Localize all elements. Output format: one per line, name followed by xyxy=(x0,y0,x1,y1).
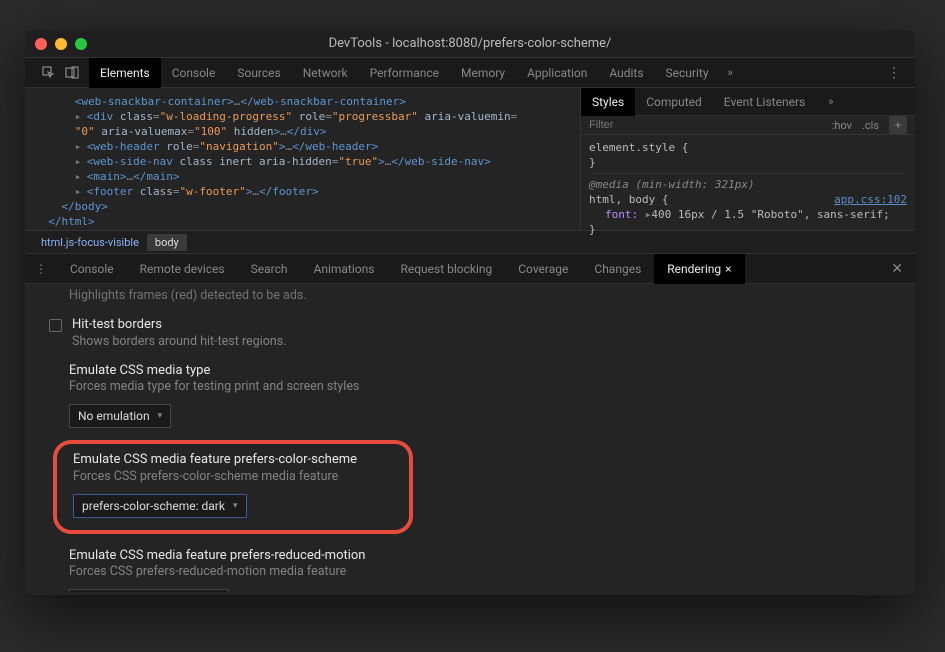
more-styles-tabs-icon[interactable]: » xyxy=(820,95,841,108)
media-rule: @media (min-width: 321px) xyxy=(589,177,907,192)
prefers-color-scheme-highlight: Emulate CSS media feature prefers-color-… xyxy=(53,440,413,534)
minimize-window-button[interactable] xyxy=(55,38,67,50)
styles-filter-row: :hov .cls + xyxy=(581,116,915,135)
media-type-desc: Forces media type for testing print and … xyxy=(69,379,901,394)
tab-console[interactable]: Console xyxy=(161,58,227,88)
tab-security[interactable]: Security xyxy=(655,58,720,88)
chevron-down-icon: ▾ xyxy=(158,411,163,421)
prm-setting: Emulate CSS media feature prefers-reduce… xyxy=(69,548,901,580)
drawer-tab-changes[interactable]: Changes xyxy=(581,254,654,284)
hov-toggle[interactable]: :hov xyxy=(832,119,852,132)
maximize-window-button[interactable] xyxy=(75,38,87,50)
inspect-element-icon[interactable] xyxy=(37,62,59,84)
styles-filter-input[interactable] xyxy=(589,119,709,131)
css-property[interactable]: font: ▸400 16px / 1.5 "Roboto", sans-ser… xyxy=(605,208,890,221)
rendering-drawer: Highlights frames (red) detected to be a… xyxy=(25,284,915,592)
dom-node[interactable]: <web-snackbar-container>…</web-snackbar-… xyxy=(35,94,570,109)
dom-node[interactable]: "0" aria-valuemax="100" hidden>…</div> xyxy=(35,124,570,139)
dom-node[interactable]: <web-header role="navigation">…</web-hea… xyxy=(35,139,570,154)
dom-node[interactable]: <footer class="w-footer">…</footer> xyxy=(35,184,570,199)
drawer-kebab-icon[interactable]: ⋮ xyxy=(25,262,57,276)
dom-node[interactable]: <main>…</main> xyxy=(35,169,570,184)
styles-tab-styles[interactable]: Styles xyxy=(581,88,635,116)
faded-previous-setting-desc: Highlights frames (red) detected to be a… xyxy=(69,288,901,303)
styles-tab-computed[interactable]: Computed xyxy=(635,88,713,116)
media-type-title: Emulate CSS media type xyxy=(69,363,901,378)
pcs-select[interactable]: prefers-color-scheme: dark▾ xyxy=(73,494,247,518)
prm-desc: Forces CSS prefers-reduced-motion media … xyxy=(69,564,901,579)
titlebar: DevTools - localhost:8080/prefers-color-… xyxy=(25,30,915,58)
new-style-rule-icon[interactable]: + xyxy=(889,116,907,134)
media-type-select[interactable]: No emulation▾ xyxy=(69,404,171,428)
drawer-tab-bar: ⋮ ConsoleRemote devicesSearchAnimationsR… xyxy=(25,254,915,284)
hit-test-desc: Shows borders around hit-test regions. xyxy=(72,334,287,349)
hit-test-checkbox[interactable] xyxy=(49,319,62,332)
tab-memory[interactable]: Memory xyxy=(450,58,516,88)
tab-performance[interactable]: Performance xyxy=(359,58,450,88)
dom-node[interactable]: <div class="w-loading-progress" role="pr… xyxy=(35,109,570,124)
hit-test-setting: Hit-test borders Shows borders around hi… xyxy=(49,317,901,349)
styles-panel: StylesComputedEvent Listeners » :hov .cls… xyxy=(580,88,915,230)
prm-select[interactable]: No emulation▾ xyxy=(69,589,229,592)
pcs-desc: Forces CSS prefers-color-scheme media fe… xyxy=(73,469,399,484)
drawer-close-icon[interactable]: ✕ xyxy=(879,261,915,277)
drawer-tab-coverage[interactable]: Coverage xyxy=(505,254,581,284)
dom-node[interactable]: <web-side-nav class inert aria-hidden="t… xyxy=(35,154,570,169)
media-type-setting: Emulate CSS media type Forces media type… xyxy=(69,363,901,395)
styles-body[interactable]: element.style { } @media (min-width: 321… xyxy=(581,135,915,242)
styles-tab-event-listeners[interactable]: Event Listeners xyxy=(713,88,816,116)
close-window-button[interactable] xyxy=(35,38,47,50)
breadcrumb-item[interactable]: body xyxy=(147,234,187,251)
rule-selector: html, body { xyxy=(589,193,668,206)
drawer-tab-rendering[interactable]: Rendering× xyxy=(654,254,744,284)
element-style-selector: element.style { xyxy=(589,141,688,154)
cls-toggle[interactable]: .cls xyxy=(862,119,879,132)
window-title: DevTools - localhost:8080/prefers-color-… xyxy=(35,36,905,51)
tab-application[interactable]: Application xyxy=(516,58,598,88)
drawer-tab-search[interactable]: Search xyxy=(238,254,301,284)
traffic-lights xyxy=(35,38,87,50)
breadcrumb-item[interactable]: html.js-focus-visible xyxy=(33,234,147,251)
hit-test-title: Hit-test borders xyxy=(72,317,287,332)
drawer-tab-console[interactable]: Console xyxy=(57,254,127,284)
styles-tab-bar: StylesComputedEvent Listeners » xyxy=(581,88,915,116)
elements-dom-tree[interactable]: <web-snackbar-container>…</web-snackbar-… xyxy=(25,88,580,230)
tab-sources[interactable]: Sources xyxy=(226,58,291,88)
prm-title: Emulate CSS media feature prefers-reduce… xyxy=(69,548,901,563)
device-toolbar-icon[interactable] xyxy=(61,62,83,84)
tab-audits[interactable]: Audits xyxy=(598,58,654,88)
source-link[interactable]: app.css:102 xyxy=(834,192,907,207)
dom-node[interactable]: </body> xyxy=(35,199,570,214)
close-tab-icon[interactable]: × xyxy=(725,262,731,276)
drawer-tab-request-blocking[interactable]: Request blocking xyxy=(387,254,505,284)
more-tabs-icon[interactable]: » xyxy=(720,66,741,79)
drawer-tab-animations[interactable]: Animations xyxy=(301,254,388,284)
main-tab-bar: ElementsConsoleSourcesNetworkPerformance… xyxy=(25,58,915,88)
devtools-window: DevTools - localhost:8080/prefers-color-… xyxy=(25,30,915,595)
chevron-down-icon: ▾ xyxy=(233,501,238,511)
dom-node[interactable]: </html> xyxy=(35,214,570,229)
tab-network[interactable]: Network xyxy=(292,58,359,88)
settings-kebab-icon[interactable]: ⋮ xyxy=(873,65,915,81)
drawer-tab-remote-devices[interactable]: Remote devices xyxy=(127,254,238,284)
pcs-title: Emulate CSS media feature prefers-color-… xyxy=(73,452,399,467)
tab-elements[interactable]: Elements xyxy=(89,58,161,88)
